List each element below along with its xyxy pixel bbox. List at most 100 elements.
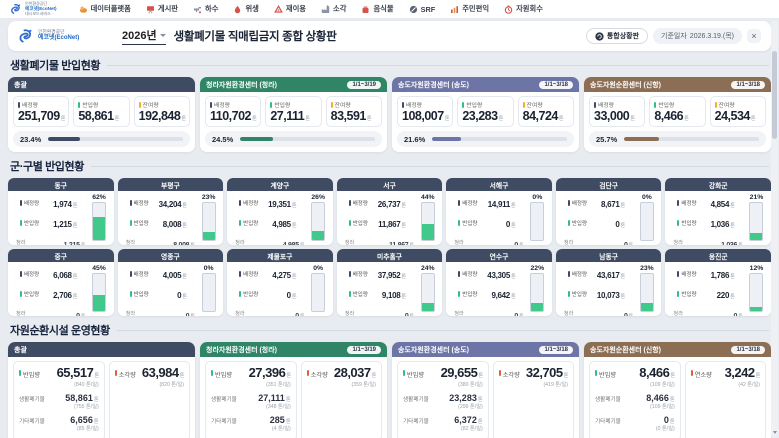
card-title: 총괄 <box>14 345 27 355</box>
progress-track <box>624 137 759 141</box>
district-allocated-row: 배정량 37,952톤 <box>341 265 415 283</box>
reuse-icon <box>274 5 283 14</box>
integrated-dashboard-button[interactable]: 통합상황판 <box>586 28 648 44</box>
base-date-chip[interactable]: 기준일자 2026.3.19.(목) <box>653 28 742 44</box>
nav-item-resource-recovery[interactable]: 자원회수 <box>504 4 543 14</box>
nav-item-board[interactable]: 게시판 <box>146 4 178 14</box>
navy-accent-bar <box>18 102 20 108</box>
nav-item-resident-benefit[interactable]: 주민편익 <box>450 4 489 14</box>
facility-card-grid: 총괄 반입량 65,517톤 (840 톤/일) 생활폐기물 <box>8 342 771 438</box>
green-accent-bar <box>458 291 460 297</box>
district-card-grid: 동구 배정량 1,974톤 반입량 1,215톤 청라 1,2 <box>8 178 771 316</box>
card-header: 총괄 <box>8 342 195 357</box>
sanitation-icon <box>233 5 242 14</box>
navy-accent-bar <box>402 102 404 108</box>
district-cheongna-row: 청라 0톤 <box>341 305 415 317</box>
district-percent: 26% <box>311 194 325 201</box>
district-incoming-row: 반입량 11,867톤 <box>341 214 415 232</box>
allocated-stat: 배정량 110,702톤 <box>205 96 261 127</box>
nav-item-srf[interactable]: SRF <box>409 5 436 14</box>
header-logo-text: 인천환경공단 에코넷(EcoNet) <box>38 30 79 42</box>
page-header: 인천환경공단 에코넷(EcoNet) 2026년 생활폐기물 직매립금지 종합 … <box>8 21 771 51</box>
district-card: 중구 배정량 6,068톤 반입량 2,706톤 청라 0톤 <box>8 249 114 316</box>
district-percent: 45% <box>92 265 106 272</box>
household-waste-row: 생활폐기물 27,111톤 (348 톤/일) <box>211 393 291 411</box>
nav-item-reuse[interactable]: 재이용 <box>274 4 306 14</box>
district-name: 서해구 <box>446 178 552 191</box>
district-incoming-row: 반입량 8,008톤 <box>122 214 196 232</box>
intake-progress: 23.4% <box>13 131 190 147</box>
chevron-down-icon <box>160 34 166 37</box>
intake-progress: 21.6% <box>397 131 574 147</box>
district-percent: 62% <box>92 194 106 201</box>
close-button[interactable]: × <box>747 29 761 43</box>
district-progress-fill <box>422 303 434 312</box>
district-name: 서구 <box>337 178 443 191</box>
navy-accent-bar <box>239 271 241 277</box>
green-accent-bar <box>403 370 405 376</box>
progress-track <box>48 137 183 141</box>
district-cheongna-row: 청라 0톤 <box>122 305 196 317</box>
district-allocated-row: 배정량 8,671톤 <box>560 194 634 212</box>
allocated-stat: 배정량 33,000톤 <box>589 96 645 127</box>
intake-summary-card: 청라자원환경센터 (청라) 1/1~3/19 배정량 110,702톤 반입량 … <box>200 77 387 152</box>
navy-accent-bar <box>349 200 351 206</box>
district-percent: 0% <box>642 194 652 201</box>
title-rule <box>91 166 769 167</box>
navy-accent-bar <box>130 271 132 277</box>
daily-rate: (299 톤/일) <box>449 403 482 410</box>
district-cheongna-row: 청라 1,215톤 <box>12 234 86 246</box>
card-title: 송도자원환경센터 (송도) <box>398 80 469 90</box>
district-cheongna-row: 청라 11,867톤 <box>341 234 415 246</box>
green-accent-bar <box>458 220 460 226</box>
nav-item-data-platform[interactable]: 데이터플랫폼 <box>79 4 131 14</box>
household-waste-row: 생활폐기물 58,861톤 (755 톤/일) <box>19 393 99 411</box>
orange-accent-bar <box>691 370 693 376</box>
district-percent: 44% <box>421 194 435 201</box>
green-accent-bar <box>20 291 22 297</box>
progress-percent: 25.7% <box>596 135 617 144</box>
card-header: 송도자원순환센터 (신항) 1/1~3/18 <box>584 77 771 92</box>
incinerated-box: 소각량 28,037톤 (359 톤/일) <box>301 361 382 438</box>
district-cheongna-row: 청라 1,036톤 <box>669 234 743 246</box>
refresh-icon <box>595 32 604 41</box>
card-title: 송도자원순환센터 (신항) <box>590 345 661 355</box>
district-allocated-row: 배정량 4,005톤 <box>122 265 196 283</box>
incoming-detail-box: 반입량 65,517톤 (840 톤/일) 생활폐기물 58,861톤 (755… <box>13 361 105 438</box>
section-facility-operation-title: 자원순환시설 운영현황 <box>10 322 769 338</box>
topnav-logo[interactable]: 인천환경공단 에코넷(EcoNet) 대시보드서비스 <box>10 2 57 16</box>
progress-fill <box>240 137 273 141</box>
daily-rate: (4 톤/일) <box>270 425 291 432</box>
district-percent: 22% <box>531 265 545 272</box>
nav-item-sanitation[interactable]: 위생 <box>233 4 258 14</box>
incineration-icon <box>321 5 330 14</box>
district-incoming-row: 반입량 220톤 <box>669 285 743 303</box>
district-progress-fill <box>93 295 105 312</box>
daily-rate: (348 톤/일) <box>258 403 290 410</box>
district-percent: 0% <box>204 265 214 272</box>
vertical-scrollbar[interactable] <box>771 21 778 437</box>
header-logo[interactable]: 인천환경공단 에코넷(EcoNet) <box>18 28 122 44</box>
nav-item-sewage[interactable]: 하수 <box>193 4 218 14</box>
district-percent: 0% <box>313 265 323 272</box>
date-range-badge: 1/1~3/19 <box>347 346 381 354</box>
card-header: 송도자원순환센터 (신항) 1/1~3/18 <box>584 342 771 357</box>
scrollbar-down-arrow[interactable] <box>773 431 777 434</box>
close-icon: × <box>751 31 756 41</box>
district-progress-bar <box>640 273 654 312</box>
green-accent-bar <box>270 102 272 108</box>
incoming-detail-box: 반입량 27,396톤 (351 톤/일) 생활폐기물 27,111톤 (348… <box>205 361 297 438</box>
incoming-stat: 반입량 8,466톤 <box>649 96 705 127</box>
nav-item-incineration[interactable]: 소각 <box>321 4 346 14</box>
year-dropdown[interactable]: 2026년 <box>122 27 166 45</box>
nav-item-food-waste[interactable]: 음식물 <box>361 4 393 14</box>
district-name: 중구 <box>8 249 114 262</box>
district-progress-bar <box>530 202 544 241</box>
scrollbar-thumb[interactable] <box>772 51 777 139</box>
district-incoming-row: 반입량 2,706톤 <box>12 285 86 303</box>
district-incoming-row: 반입량 4,985톤 <box>231 214 305 232</box>
district-name: 동구 <box>8 178 114 191</box>
incoming-stat: 반입량 27,111톤 <box>265 96 321 127</box>
daily-rate: (42 톤/일) <box>725 381 760 388</box>
other-waste-row: 기타폐기물 6,656톤 (85 톤/일) <box>19 415 99 433</box>
